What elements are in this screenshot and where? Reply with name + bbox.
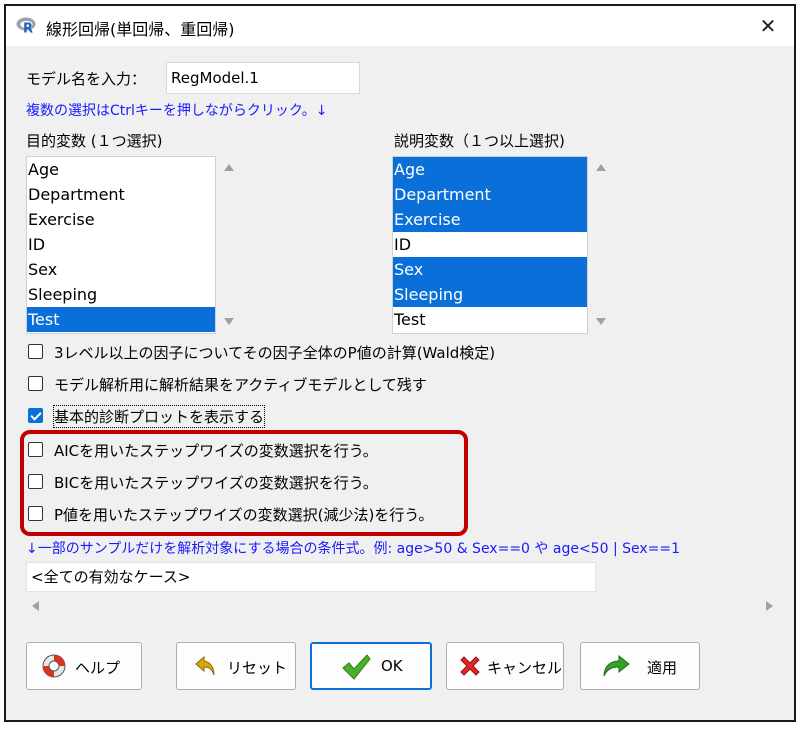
forward-arrow-icon [603,654,630,677]
scroll-left-icon[interactable] [32,601,39,611]
keep-active-model-checkbox[interactable] [28,376,43,391]
r-logo-icon: R [16,17,36,35]
subset-hint-label: ↓一部のサンプルだけを解析対象にする場合の条件式。例: age>50 & Sex… [26,541,681,557]
reset-button[interactable]: リセット [176,642,296,690]
title-bar: R 線形回帰(単回帰、重回帰) ✕ [6,6,794,46]
ok-button[interactable]: OK [310,642,432,690]
window-title: 線形回帰(単回帰、重回帰) [46,20,235,39]
subset-expression-input[interactable]: <全ての有効なケース> [26,562,596,592]
list-item[interactable]: Test [393,307,587,332]
scroll-right-icon[interactable] [766,601,773,611]
list-item[interactable]: Age [27,157,215,182]
list-item[interactable]: Department [393,182,587,207]
model-name-input[interactable]: RegModel.1 [166,62,360,94]
checkmark-icon [342,654,371,680]
list-item[interactable]: Exercise [393,207,587,232]
option-label: BICを用いたステップワイズの変数選択を行う。 [54,474,378,492]
apply-button[interactable]: 適用 [580,642,700,690]
option-label: AICを用いたステップワイズの変数選択を行う。 [54,442,378,460]
cancel-x-icon [460,656,480,676]
diagnostic-plot-checkbox[interactable] [28,408,43,423]
dialog-window: R 線形回帰(単回帰、重回帰) ✕ モデル名を入力： RegModel.1 複数… [4,4,796,722]
response-variable-label: 目的変数 (１つ選択) [26,132,163,150]
explanatory-scroll-up-icon[interactable] [596,164,606,171]
list-item[interactable]: Test [27,307,215,332]
explanatory-variable-list[interactable]: Age Department Exercise ID Sex Sleeping … [392,156,588,334]
response-scroll-down-icon[interactable] [224,318,234,325]
apply-button-label: 適用 [647,659,678,677]
aic-stepwise-checkbox[interactable] [28,442,43,457]
list-item[interactable]: Sex [27,257,215,282]
p-value-stepwise-checkbox[interactable] [28,506,43,521]
option-label: モデル解析用に解析結果をアクティブモデルとして残す [54,376,427,394]
cancel-button-label: キャンセル [487,659,563,677]
model-name-label: モデル名を入力： [26,70,147,88]
list-item[interactable]: Department [27,182,215,207]
close-icon: ✕ [759,14,777,38]
ok-button-label: OK [381,657,403,675]
help-button-label: ヘルプ [75,659,121,677]
reset-button-label: リセット [227,659,288,677]
cancel-button[interactable]: キャンセル [446,642,564,690]
list-item[interactable]: Sex [393,257,587,282]
lifebuoy-icon [42,654,66,678]
list-item[interactable]: ID [393,232,587,257]
response-variable-list[interactable]: Age Department Exercise ID Sex Sleeping … [26,156,216,334]
list-item[interactable]: Exercise [27,207,215,232]
option-label: P値を用いたステップワイズの変数選択(減少法)を行う。 [54,506,434,524]
bic-stepwise-checkbox[interactable] [28,474,43,489]
help-button[interactable]: ヘルプ [26,642,142,690]
explanatory-scroll-down-icon[interactable] [596,318,606,325]
option-label: 基本的診断プロットを表示する [52,405,266,428]
wald-test-checkbox[interactable] [28,344,43,359]
svg-text:R: R [23,22,33,35]
response-scroll-up-icon[interactable] [224,164,234,171]
list-item[interactable]: ID [27,232,215,257]
list-item[interactable]: Sleeping [393,282,587,307]
list-item[interactable]: Age [393,157,587,182]
undo-arrow-icon [195,655,215,676]
option-label: 3レベル以上の因子についてその因子全体のP値の計算(Wald検定) [54,344,496,362]
explanatory-variable-label: 説明変数（１つ以上選択) [394,132,565,150]
multi-select-hint: 複数の選択はCtrlキーを押しながらクリック。↓ [26,103,328,119]
list-item[interactable]: Sleeping [27,282,215,307]
close-button[interactable]: ✕ [754,12,782,40]
